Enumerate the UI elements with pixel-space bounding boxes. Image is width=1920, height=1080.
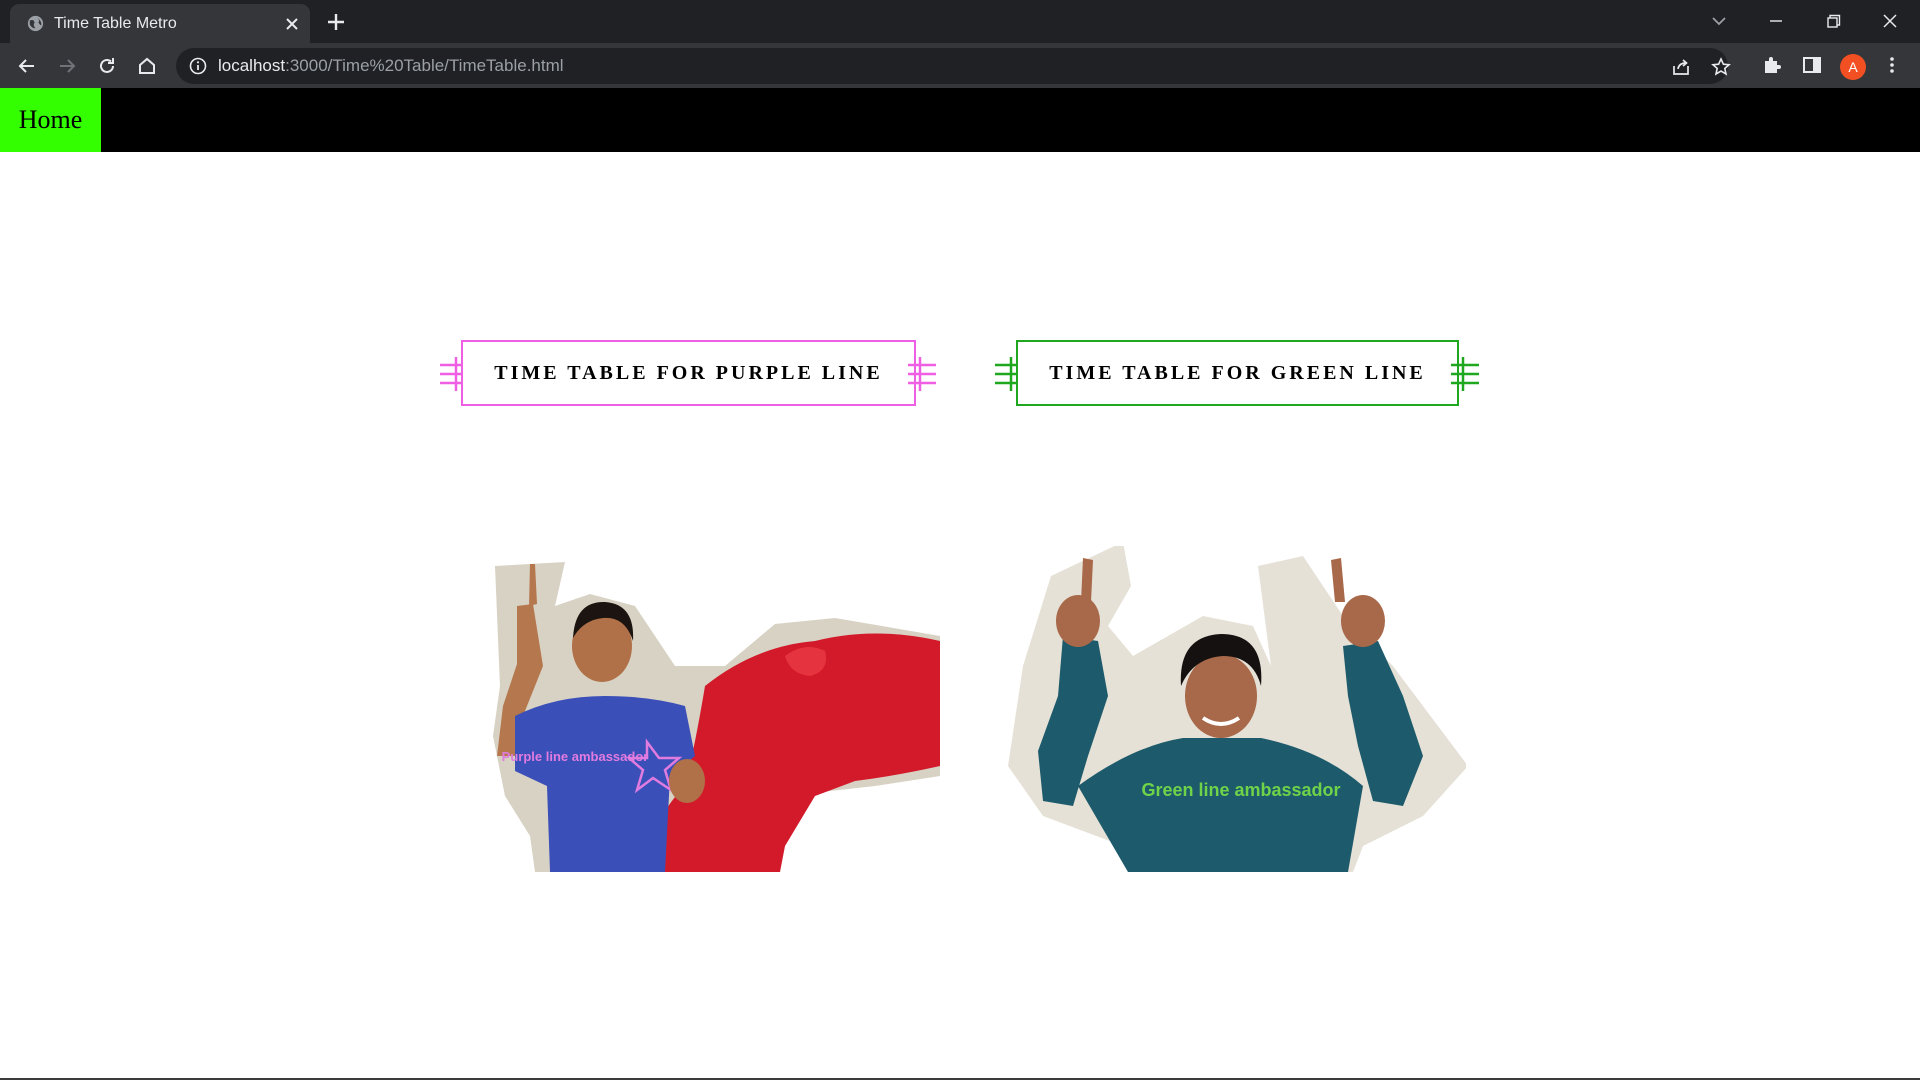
url-path: :3000/Time%20Table/TimeTable.html xyxy=(285,56,564,75)
purple-line-button-label: TIME TABLE FOR PURPLE LINE xyxy=(494,361,883,384)
site-info-icon[interactable] xyxy=(188,56,208,76)
globe-icon xyxy=(27,15,44,32)
browser-tab[interactable]: Time Table Metro xyxy=(10,4,310,43)
more-menu-icon[interactable] xyxy=(1880,53,1904,77)
share-icon[interactable] xyxy=(1670,56,1692,78)
purple-ambassador-caption: Purple line ambassador xyxy=(502,749,649,764)
window-close-icon[interactable] xyxy=(1877,8,1903,34)
purple-line-ambassador-photo[interactable]: Purple line ambassador xyxy=(455,546,940,872)
green-ambassador-caption: Green line ambassador xyxy=(1141,780,1340,800)
profile-avatar[interactable]: A xyxy=(1840,54,1866,80)
green-line-ambassador-photo[interactable]: Green line ambassador xyxy=(1003,546,1466,872)
tab-title: Time Table Metro xyxy=(54,15,177,32)
green-line-timetable-button[interactable]: TIME TABLE FOR GREEN LINE xyxy=(1016,340,1459,406)
tab-search-chevron-icon[interactable] xyxy=(1706,8,1732,34)
web-page: Home TIME TABLE FOR PURPLE LINE TIME TAB… xyxy=(0,88,1920,1080)
green-decoration-right xyxy=(1451,357,1479,391)
new-tab-plus-icon[interactable] xyxy=(325,11,347,33)
top-navbar: Home xyxy=(0,88,1920,152)
restore-icon[interactable] xyxy=(1820,8,1846,34)
browser-tab-bar: Time Table Metro xyxy=(0,0,1920,43)
back-arrow-icon[interactable] xyxy=(14,53,40,79)
url-text[interactable]: localhost:3000/Time%20Table/TimeTable.ht… xyxy=(218,56,564,76)
url-host: localhost xyxy=(218,56,286,75)
purple-line-timetable-button[interactable]: TIME TABLE FOR PURPLE LINE xyxy=(461,340,916,406)
side-panel-icon[interactable] xyxy=(1800,53,1824,77)
bookmark-star-icon[interactable] xyxy=(1710,56,1732,78)
reload-icon[interactable] xyxy=(94,53,120,79)
home-link[interactable]: Home xyxy=(0,88,101,152)
extensions-puzzle-icon[interactable] xyxy=(1760,53,1784,77)
minimize-icon[interactable] xyxy=(1763,8,1789,34)
green-line-button-label: TIME TABLE FOR GREEN LINE xyxy=(1049,361,1426,384)
forward-arrow-icon[interactable] xyxy=(54,53,80,79)
purple-decoration-right xyxy=(908,357,936,391)
address-bar[interactable]: localhost:3000/Time%20Table/TimeTable.ht… xyxy=(176,48,1731,84)
home-icon[interactable] xyxy=(134,53,160,79)
browser-toolbar: localhost:3000/Time%20Table/TimeTable.ht… xyxy=(0,43,1920,88)
close-icon[interactable] xyxy=(283,15,301,33)
